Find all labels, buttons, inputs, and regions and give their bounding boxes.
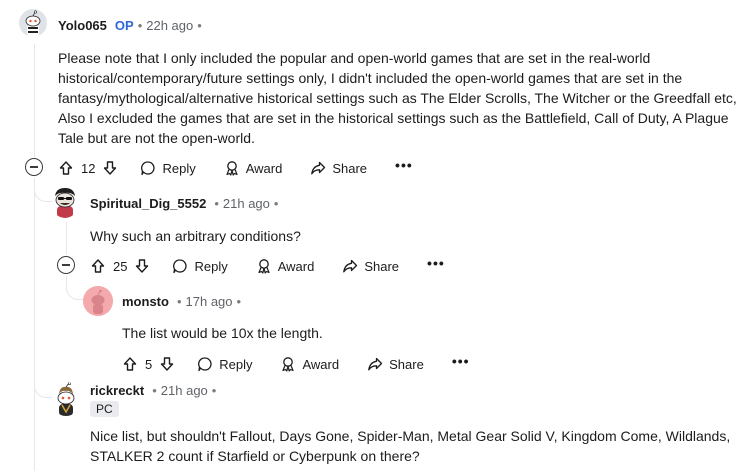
- reply-button[interactable]: Reply: [140, 160, 196, 176]
- timestamp[interactable]: 21h ago: [161, 383, 208, 399]
- thread-line-spiritual: [66, 222, 67, 255]
- comment-line: STALKER 2 count if Starfield or Cyberpun…: [90, 448, 420, 464]
- vote-count: 25: [113, 258, 128, 274]
- user-flair: PC: [90, 401, 119, 417]
- speech-bubble-icon: [173, 259, 188, 274]
- downvote-button[interactable]: [134, 258, 150, 274]
- award-label: Award: [277, 258, 315, 274]
- share-arrow-icon: [368, 357, 383, 371]
- comment-body: Please note that I only included the pop…: [58, 48, 737, 148]
- comment-line: Nice list, but shouldn't Fallout, Days G…: [90, 428, 731, 444]
- username[interactable]: monsto: [122, 294, 169, 310]
- award-ribbon-icon: [226, 161, 238, 176]
- username[interactable]: Spiritual_Dig_5552: [90, 196, 206, 212]
- comment-meta: Spiritual_Dig_5552 • 21h ago •: [90, 196, 282, 212]
- separator: •: [137, 18, 143, 33]
- share-label: Share: [364, 258, 400, 274]
- speech-bubble-icon: [141, 161, 156, 176]
- share-button[interactable]: Share: [310, 160, 367, 176]
- timestamp[interactable]: 22h ago: [146, 18, 193, 34]
- comment-line: Tale but are not the open-world.: [58, 130, 255, 146]
- arrow-down-icon: [136, 259, 149, 273]
- action-bar: 12 Reply Award Share •••: [58, 156, 413, 180]
- upvote-button[interactable]: [90, 258, 106, 274]
- username[interactable]: rickreckt: [90, 383, 144, 399]
- comment-body: Nice list, but shouldn't Fallout, Days G…: [90, 426, 730, 466]
- thread-line-root: [34, 44, 35, 157]
- comment-body: Why such an arbitrary conditions?: [90, 226, 301, 246]
- reply-label: Reply: [194, 258, 228, 274]
- timestamp[interactable]: 17h ago: [186, 294, 233, 310]
- action-bar: 25 Reply Award Share •••: [90, 254, 445, 278]
- more-options-button[interactable]: •••: [395, 158, 413, 176]
- avatar[interactable]: [83, 286, 113, 316]
- downvote-button[interactable]: [159, 356, 175, 372]
- comment-line: historical/contemporary/future settings …: [58, 70, 683, 86]
- collapse-button[interactable]: [25, 158, 43, 176]
- username[interactable]: Yolo065: [58, 18, 107, 34]
- vote-count: 5: [145, 356, 153, 372]
- share-arrow-icon: [311, 161, 326, 175]
- comment-meta: rickreckt • 21h ago •: [90, 383, 220, 399]
- thread-line-root-lower: [34, 178, 35, 471]
- timestamp[interactable]: 21h ago: [223, 196, 270, 212]
- thread-elbow-monsto: [66, 280, 84, 300]
- reply-button[interactable]: Reply: [197, 356, 252, 372]
- comment-line: Also I excluded the games that are set i…: [58, 110, 729, 126]
- share-label: Share: [332, 160, 368, 176]
- separator: •: [152, 383, 157, 398]
- comment-meta: monsto • 17h ago •: [122, 294, 245, 310]
- comment-body: The list would be 10x the length.: [122, 323, 323, 343]
- arrow-up-icon: [59, 161, 73, 175]
- separator: •: [211, 383, 217, 398]
- reply-button[interactable]: Reply: [172, 258, 228, 274]
- arrow-down-icon: [104, 161, 117, 175]
- share-button[interactable]: Share: [342, 258, 399, 274]
- downvote-button[interactable]: [102, 160, 118, 176]
- separator: •: [176, 294, 182, 309]
- upvote-button[interactable]: [58, 160, 74, 176]
- separator: •: [197, 18, 202, 33]
- avatar[interactable]: [19, 9, 47, 37]
- award-button[interactable]: Award: [280, 356, 339, 372]
- reply-label: Reply: [162, 160, 196, 176]
- speech-bubble-icon: [198, 357, 212, 372]
- separator: •: [214, 196, 219, 211]
- share-label: Share: [389, 356, 424, 372]
- arrow-up-icon: [91, 259, 105, 273]
- comment-meta: Yolo065 OP • 22h ago •: [58, 18, 206, 34]
- share-arrow-icon: [343, 259, 358, 273]
- action-bar: 5 Reply Award Share •••: [122, 352, 470, 376]
- arrow-up-icon: [123, 357, 137, 371]
- op-badge: OP: [114, 18, 134, 33]
- avatar[interactable]: [51, 186, 79, 218]
- thread-elbow-spiritual: [34, 180, 52, 202]
- award-button[interactable]: Award: [256, 258, 315, 274]
- comment-line: Why such an arbitrary conditions?: [90, 228, 301, 244]
- comment-line: The list would be 10x the length.: [122, 325, 323, 341]
- separator: •: [236, 294, 242, 309]
- more-options-button[interactable]: •••: [427, 256, 445, 274]
- snoo-avatar-icon: [57, 382, 75, 416]
- snoo-avatar-icon: [83, 286, 113, 316]
- award-button[interactable]: Award: [224, 160, 283, 176]
- comment-line: fantasy/mythological/alternative histori…: [58, 90, 737, 106]
- separator: •: [273, 196, 279, 211]
- comment-line: Please note that I only included the pop…: [58, 50, 651, 66]
- collapse-button[interactable]: [57, 256, 75, 274]
- snoo-avatar-icon: [19, 9, 47, 37]
- award-label: Award: [245, 160, 283, 176]
- thread-elbow-rickreckt: [34, 378, 52, 398]
- more-options-button[interactable]: •••: [452, 354, 470, 372]
- reply-label: Reply: [219, 356, 253, 372]
- snoo-avatar-icon: [55, 188, 75, 218]
- award-ribbon-icon: [282, 357, 295, 372]
- upvote-button[interactable]: [122, 356, 138, 372]
- avatar[interactable]: [51, 382, 81, 416]
- share-button[interactable]: Share: [367, 356, 424, 372]
- arrow-down-icon: [161, 357, 174, 371]
- award-ribbon-icon: [258, 259, 270, 274]
- vote-count: 12: [81, 160, 96, 176]
- award-label: Award: [302, 356, 340, 372]
